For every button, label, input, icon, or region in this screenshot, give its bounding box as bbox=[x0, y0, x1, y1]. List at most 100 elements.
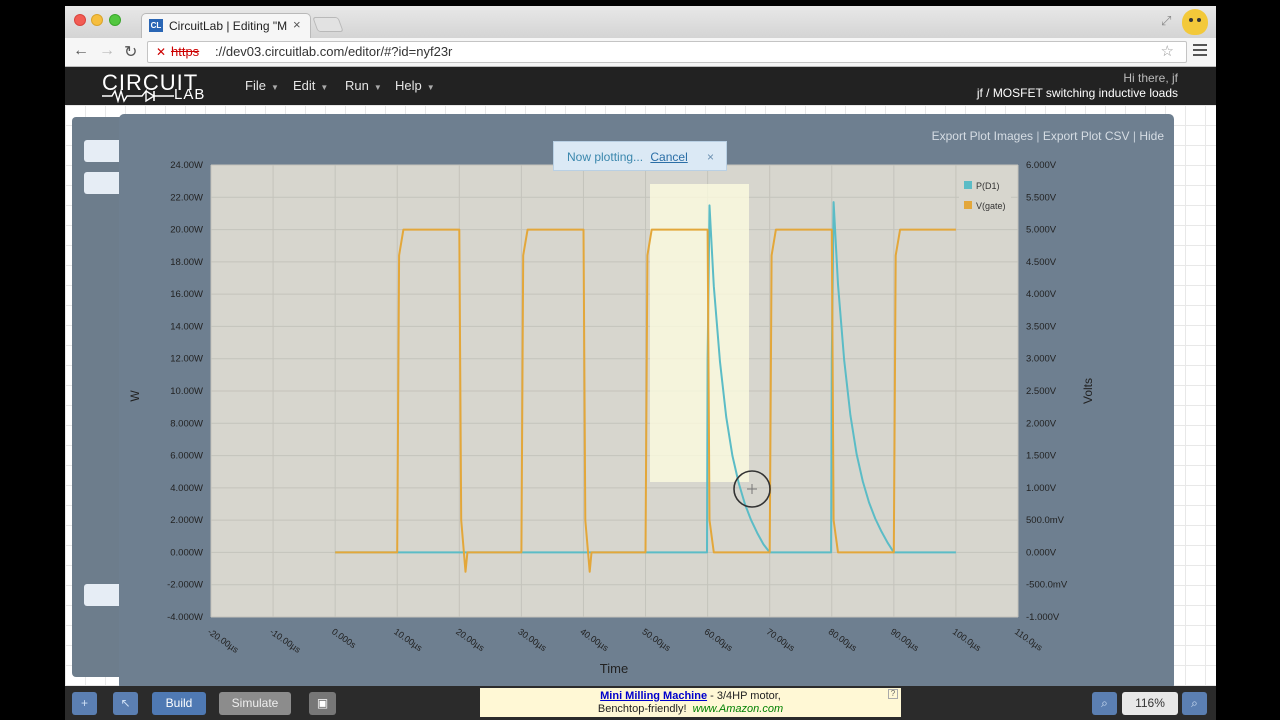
browser-tab[interactable]: CL CircuitLab | Editing "MOSF × bbox=[141, 13, 311, 38]
x-tick-label: -10.00µs bbox=[268, 626, 303, 655]
zoom-in-icon[interactable]: ⌕ bbox=[1182, 692, 1207, 715]
x-tick-label: 50.00µs bbox=[640, 626, 673, 653]
ad-line2-text: Benchtop-friendly! bbox=[597, 703, 687, 715]
user-greeting[interactable]: Hi there, jf bbox=[1123, 71, 1178, 85]
reload-icon[interactable]: ↻ bbox=[124, 42, 137, 62]
y-right-tick-label: 500.0mV bbox=[1026, 515, 1065, 526]
menu-edit[interactable]: Edit ▼ bbox=[293, 78, 328, 93]
simulation-plot[interactable]: -20.00µs -10.00µs 0.000s 10.00µs 20.00µs 30.0… bbox=[119, 114, 1174, 690]
app-header: CIRCUIT LAB File ▼ Edit ▼ Run ▼ Help ▼ Hi th… bbox=[65, 67, 1216, 105]
y-left-tick-label: 10.00W bbox=[170, 386, 203, 397]
x-tick-label: 70.00µs bbox=[765, 626, 798, 653]
chevron-down-icon: ▼ bbox=[373, 83, 382, 92]
y-left-axis-label: W bbox=[128, 390, 142, 402]
y-left-tick-label: 4.000W bbox=[170, 483, 203, 494]
plotting-notice-text: Now plotting... bbox=[567, 150, 644, 164]
advertisement[interactable]: Mini Milling Machine - 3/4HP motor, Benc… bbox=[480, 688, 901, 717]
x-axis-label: Time bbox=[600, 661, 628, 676]
y-left-tick-label: 16.00W bbox=[170, 289, 203, 300]
bookmark-star-icon[interactable]: ☆ bbox=[1161, 42, 1174, 62]
x-tick-label: 100.0µs bbox=[951, 626, 984, 653]
menu-file[interactable]: File ▼ bbox=[245, 78, 279, 93]
y-left-tick-label: -4.000W bbox=[167, 612, 203, 623]
x-tick-label: 90.00µs bbox=[889, 626, 922, 653]
new-tab-button[interactable] bbox=[312, 17, 344, 32]
close-icon[interactable]: × bbox=[707, 142, 714, 172]
minimize-window-icon[interactable] bbox=[91, 14, 103, 26]
browser-window: CL CircuitLab | Editing "MOSF × ⤢ ← → ↻ … bbox=[65, 6, 1216, 720]
tab-close-icon[interactable]: × bbox=[293, 17, 301, 32]
ad-title-link[interactable]: Mini Milling Machine bbox=[600, 690, 707, 702]
menu-help-label: Help bbox=[395, 78, 422, 93]
y-right-tick-label: 6.000V bbox=[1026, 160, 1057, 171]
y-left-tick-label: 14.00W bbox=[170, 321, 203, 332]
chevron-down-icon: ▼ bbox=[320, 83, 329, 92]
ad-info-icon[interactable]: ? bbox=[888, 689, 898, 699]
fullscreen-icon[interactable]: ⤢ bbox=[1161, 13, 1171, 29]
ad-line1-text: - 3/4HP motor, bbox=[707, 690, 781, 702]
y-right-tick-label: 0.000V bbox=[1026, 547, 1057, 558]
y-right-tick-label: 4.500V bbox=[1026, 257, 1057, 268]
legend-label-pd1: P(D1) bbox=[976, 181, 1000, 191]
y-right-tick-label: 5.000V bbox=[1026, 225, 1057, 236]
menu-run[interactable]: Run ▼ bbox=[345, 78, 382, 93]
x-tick-label: 80.00µs bbox=[827, 626, 860, 653]
zoom-window-icon[interactable] bbox=[109, 14, 121, 26]
x-tick-label: 10.00µs bbox=[392, 626, 425, 653]
plot-panel: Export Plot Images | Export Plot CSV | H… bbox=[119, 114, 1174, 690]
y-right-tick-label: -500.0mV bbox=[1026, 580, 1068, 591]
x-tick-label: 110.0µs bbox=[1013, 626, 1045, 653]
browser-toolbar: ← → ↻ ✕ https ://dev03.circuitlab.com/ed… bbox=[65, 38, 1216, 67]
x-tick-label: 60.00µs bbox=[702, 626, 735, 653]
back-arrow-icon[interactable]: ← bbox=[73, 42, 89, 60]
legend-label-vgate: V(gate) bbox=[976, 201, 1006, 211]
chevron-down-icon: ▼ bbox=[426, 83, 435, 92]
circuitlab-favicon-icon: CL bbox=[149, 19, 163, 32]
close-window-icon[interactable] bbox=[74, 14, 86, 26]
browser-menu-icon[interactable] bbox=[1193, 44, 1207, 56]
zoom-out-icon[interactable]: ⌕ bbox=[1092, 692, 1117, 715]
address-bar[interactable]: ✕ https ://dev03.circuitlab.com/editor/#… bbox=[147, 41, 1187, 63]
browser-tabbar: CL CircuitLab | Editing "MOSF × ⤢ bbox=[65, 6, 1216, 38]
y-right-tick-label: -1.000V bbox=[1026, 612, 1060, 623]
y-left-tick-label: 22.00W bbox=[170, 192, 203, 203]
x-tick-label: -20.00µs bbox=[206, 626, 241, 655]
y-left-tick-label: 0.000W bbox=[170, 547, 203, 558]
menu-edit-label: Edit bbox=[293, 78, 316, 93]
add-component-button[interactable]: + bbox=[72, 692, 97, 715]
x-tick-label: 0.000s bbox=[330, 626, 358, 650]
y-right-tick-label: 2.500V bbox=[1026, 386, 1057, 397]
image-export-button[interactable]: ▣ bbox=[309, 692, 336, 715]
x-tick-label: 30.00µs bbox=[516, 626, 549, 653]
url-protocol: https bbox=[171, 44, 200, 59]
cancel-plot-link[interactable]: Cancel bbox=[650, 150, 687, 164]
build-button[interactable]: Build bbox=[152, 692, 206, 715]
y-left-tick-label: -2.000W bbox=[167, 580, 203, 591]
forward-arrow-icon[interactable]: → bbox=[99, 42, 115, 60]
pointer-tool-button[interactable]: ↖ bbox=[113, 692, 138, 715]
profile-cat-icon[interactable] bbox=[1182, 9, 1208, 35]
y-right-tick-label: 3.000V bbox=[1026, 354, 1057, 365]
bottom-toolbar: + ↖ Build Simulate ▣ Mini Milling Machin… bbox=[65, 686, 1216, 720]
logo-waveform-icon bbox=[102, 89, 174, 103]
y-right-axis-label: Volts bbox=[1081, 378, 1095, 404]
y-right-tick-label: 1.500V bbox=[1026, 451, 1057, 462]
y-left-tick-label: 24.00W bbox=[170, 160, 203, 171]
x-tick-label: 20.00µs bbox=[454, 626, 487, 653]
simulate-button[interactable]: Simulate bbox=[219, 692, 291, 715]
y-left-tick-label: 6.000W bbox=[170, 451, 203, 462]
legend-swatch-vgate bbox=[964, 201, 972, 209]
ad-site-link[interactable]: www.Amazon.com bbox=[693, 703, 783, 715]
logo-text-lab: LAB bbox=[174, 86, 206, 103]
y-right-tick-label: 3.500V bbox=[1026, 321, 1057, 332]
plotting-notice: Now plotting... Cancel × bbox=[553, 141, 727, 171]
y-left-tick-label: 20.00W bbox=[170, 225, 203, 236]
y-left-tick-label: 18.00W bbox=[170, 257, 203, 268]
circuitlab-logo[interactable]: CIRCUIT LAB bbox=[102, 70, 226, 104]
zoom-level[interactable]: 116% bbox=[1122, 692, 1178, 715]
plot-legend: P(D1) V(gate) bbox=[959, 176, 1011, 216]
y-right-tick-label: 4.000V bbox=[1026, 289, 1057, 300]
menu-help[interactable]: Help ▼ bbox=[395, 78, 435, 93]
document-title[interactable]: jf / MOSFET switching inductive loads bbox=[977, 86, 1178, 100]
y-right-tick-label: 1.000V bbox=[1026, 483, 1057, 494]
